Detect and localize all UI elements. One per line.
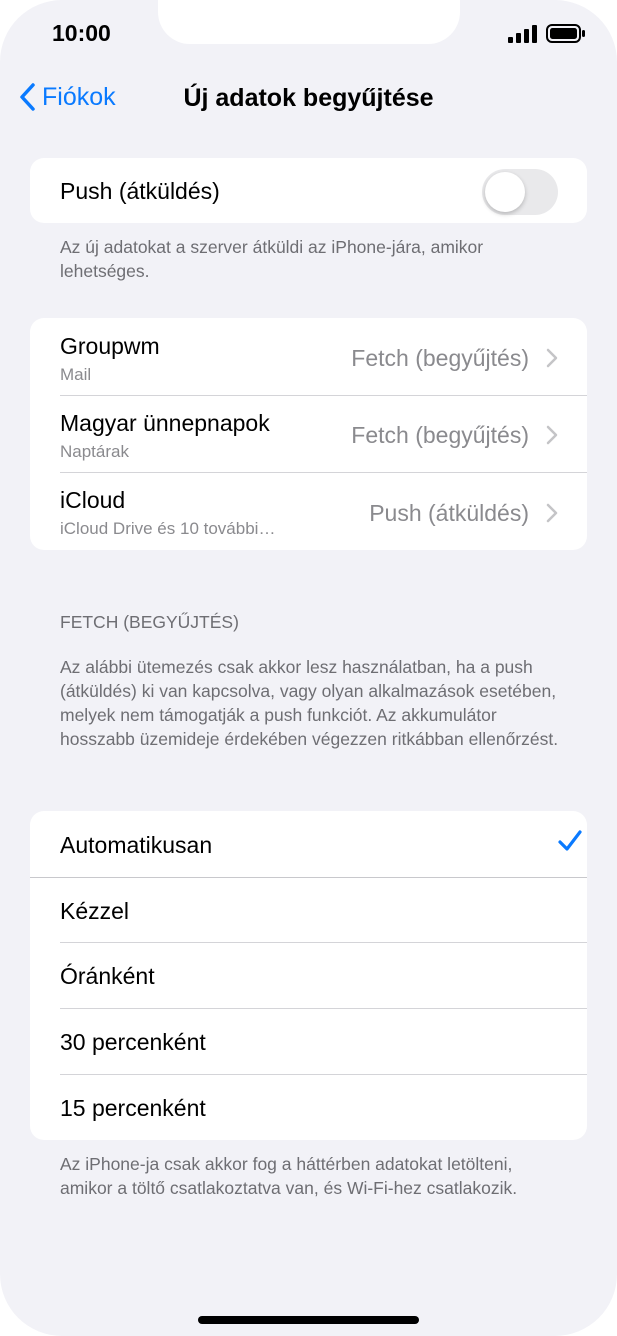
account-name: iCloud [60,487,126,513]
account-name: Groupwm [60,333,160,359]
schedule-option-hourly[interactable]: Óránként [30,943,587,1008]
account-subtitle: Mail [60,365,92,384]
schedule-option-30min[interactable]: 30 percenként [30,1009,587,1074]
status-time: 10:00 [52,20,111,46]
option-label: 30 percenként [60,1029,206,1055]
push-card: Push (átküldés) [30,158,587,223]
account-value: Fetch (begyűjtés) [351,422,529,448]
checkmark-icon [558,830,582,851]
schedule-option-15min[interactable]: 15 percenként [30,1075,587,1140]
accounts-card: Groupwm Mail Fetch (begyűjtés) Magyar ün… [30,318,587,550]
battery-icon [546,24,585,43]
account-subtitle: iCloud Drive és 10 további… [60,519,276,538]
page-title: Új adatok begyűjtése [183,84,434,112]
schedule-card: Automatikusan Kézzel Óránként 30 percenk… [30,811,587,1140]
schedule-option-automatic[interactable]: Automatikusan [30,811,587,877]
fetch-section-header: FETCH (BEGYŰJTÉS) [60,612,239,632]
account-value: Fetch (begyűjtés) [351,345,529,371]
option-label: Automatikusan [60,832,213,858]
screen: 10:00 Fiókok Új adatok begyűjtése Push (… [0,0,617,1336]
account-value: Push (átküldés) [369,500,529,526]
account-row-icloud[interactable]: iCloud iCloud Drive és 10 további… Push … [30,473,587,550]
chevron-right-icon [546,425,558,445]
push-toggle[interactable] [482,169,558,215]
signal-icon [508,25,537,43]
schedule-option-manual[interactable]: Kézzel [30,878,587,943]
notch [158,0,460,44]
push-footnote: Az új adatokat a szerver átküldi az iPho… [60,237,484,281]
account-name: Magyar ünnepnapok [60,410,270,436]
bottom-footnote: Az iPhone-ja csak akkor fog a háttérben … [60,1154,518,1198]
option-label: Kézzel [60,898,130,924]
toggle-knob [485,172,525,212]
option-label: 15 percenként [60,1095,206,1121]
push-label: Push (átküldés) [60,178,220,204]
account-row-holidays[interactable]: Magyar ünnepnapok Naptárak Fetch (begyűj… [30,396,587,472]
account-subtitle: Naptárak [60,442,129,461]
chevron-right-icon [546,503,558,523]
fetch-description: Az alábbi ütemezés csak akkor lesz haszn… [60,657,559,749]
option-label: Óránként [60,963,155,989]
chevron-right-icon [546,348,558,368]
account-row-groupwm[interactable]: Groupwm Mail Fetch (begyűjtés) [30,318,587,395]
home-indicator[interactable] [198,1316,419,1324]
